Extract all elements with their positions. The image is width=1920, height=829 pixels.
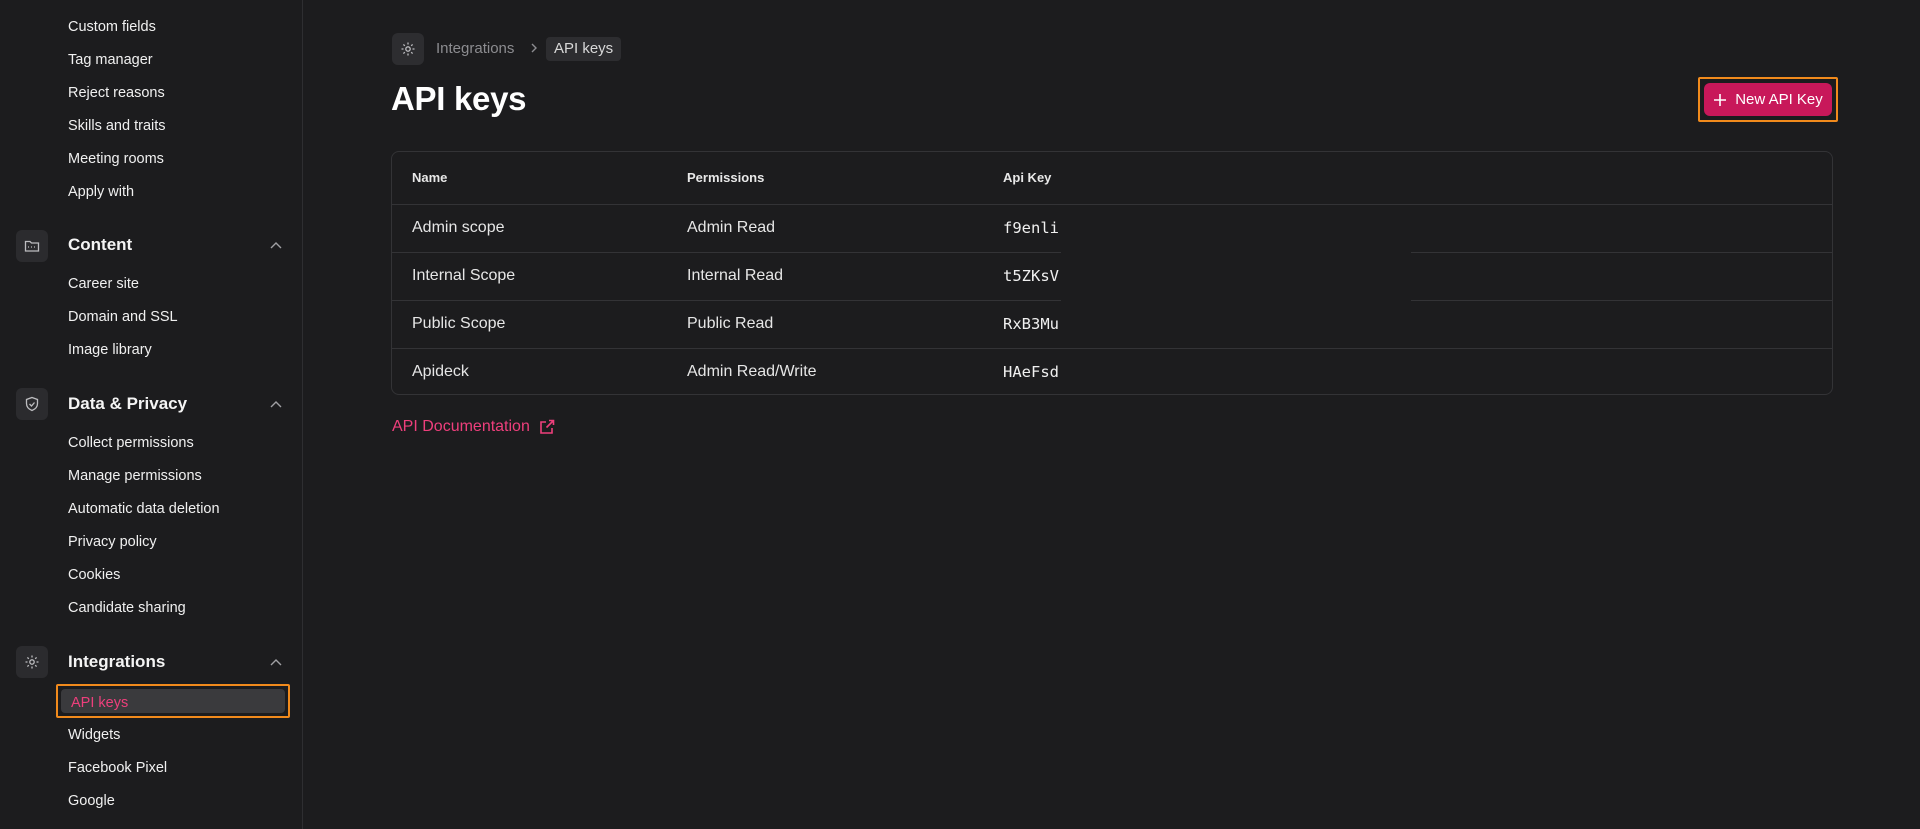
sidebar-item-privacy-policy[interactable]: Privacy policy bbox=[68, 531, 157, 553]
column-header-api-key: Api Key bbox=[1003, 170, 1052, 185]
row-name: Internal Scope bbox=[412, 267, 516, 284]
new-api-key-highlight: New API Key bbox=[1698, 77, 1838, 122]
gear-icon bbox=[16, 646, 48, 678]
sidebar-item-facebook-pixel[interactable]: Facebook Pixel bbox=[68, 757, 167, 779]
sidebar-item-reject-reasons[interactable]: Reject reasons bbox=[68, 82, 165, 104]
divider bbox=[1411, 300, 1832, 301]
sidebar-item-label: API keys bbox=[71, 695, 129, 711]
row-permissions: Internal Read bbox=[687, 267, 784, 284]
sidebar-item-domain-and-ssl[interactable]: Domain and SSL bbox=[68, 306, 178, 328]
sidebar-item-manage-permissions[interactable]: Manage permissions bbox=[68, 465, 202, 487]
row-name: Apideck bbox=[412, 363, 469, 380]
sidebar-item-skills-and-traits[interactable]: Skills and traits bbox=[68, 115, 166, 137]
row-permissions: Public Read bbox=[687, 315, 774, 332]
sidebar-item-api-keys[interactable]: API keys bbox=[56, 684, 290, 718]
row-permissions: Admin Read/Write bbox=[687, 363, 817, 380]
api-keys-table: Name Permissions Api Key Admin scope Adm… bbox=[391, 151, 1833, 395]
column-header-name: Name bbox=[412, 170, 448, 185]
sidebar-item-tag-manager[interactable]: Tag manager bbox=[68, 49, 153, 71]
sidebar-item-meeting-rooms[interactable]: Meeting rooms bbox=[68, 148, 164, 170]
section-title-integrations[interactable]: Integrations bbox=[68, 650, 165, 674]
sidebar-item-google[interactable]: Google bbox=[68, 790, 115, 812]
sidebar-item-collect-permissions[interactable]: Collect permissions bbox=[68, 432, 194, 454]
gear-icon bbox=[392, 33, 424, 65]
api-documentation-label: API Documentation bbox=[392, 418, 530, 435]
sidebar-item-custom-fields[interactable]: Custom fields bbox=[68, 16, 156, 38]
divider bbox=[392, 300, 1061, 301]
chevron-right-icon bbox=[531, 43, 537, 53]
row-api-key: RxB3Mu bbox=[1003, 315, 1059, 333]
breadcrumb-current: API keys bbox=[546, 37, 622, 61]
page-title: API keys bbox=[391, 80, 527, 117]
breadcrumb-integrations[interactable]: Integrations bbox=[436, 38, 514, 60]
chevron-up-icon[interactable] bbox=[268, 397, 284, 413]
section-title-data-privacy[interactable]: Data & Privacy bbox=[68, 392, 187, 416]
column-header-permissions: Permissions bbox=[687, 170, 765, 185]
sidebar-item-cookies[interactable]: Cookies bbox=[68, 564, 120, 586]
sidebar-item-apply-with[interactable]: Apply with bbox=[68, 181, 134, 203]
folder-icon bbox=[16, 230, 48, 262]
divider bbox=[392, 204, 1832, 205]
sidebar-item-candidate-sharing[interactable]: Candidate sharing bbox=[68, 597, 186, 619]
sidebar-item-image-library[interactable]: Image library bbox=[68, 339, 152, 361]
divider bbox=[1411, 252, 1832, 253]
row-permissions: Admin Read bbox=[687, 219, 776, 236]
sidebar: Custom fields Tag manager Reject reasons… bbox=[0, 0, 303, 829]
row-api-key: HAeFsd bbox=[1003, 363, 1059, 381]
active-highlight: API keys bbox=[61, 689, 285, 713]
chevron-up-icon[interactable] bbox=[268, 238, 284, 254]
sidebar-item-automatic-data-deletion[interactable]: Automatic data deletion bbox=[68, 498, 220, 520]
sidebar-item-career-site[interactable]: Career site bbox=[68, 273, 139, 295]
row-name: Public Scope bbox=[412, 315, 506, 332]
shield-check-icon bbox=[16, 388, 48, 420]
row-name: Admin scope bbox=[412, 219, 505, 236]
new-api-key-button[interactable]: New API Key bbox=[1704, 83, 1832, 116]
external-link-icon bbox=[540, 419, 555, 434]
divider bbox=[392, 348, 1832, 349]
api-documentation-link[interactable]: API Documentation bbox=[392, 416, 556, 438]
divider bbox=[392, 252, 1061, 253]
row-api-key: t5ZKsV bbox=[1003, 267, 1059, 285]
chevron-up-icon[interactable] bbox=[268, 655, 284, 671]
row-api-key: f9enli bbox=[1003, 219, 1059, 237]
plus-icon bbox=[1714, 93, 1727, 106]
sidebar-item-widgets[interactable]: Widgets bbox=[68, 724, 120, 746]
new-api-key-label: New API Key bbox=[1735, 91, 1823, 108]
section-title-content[interactable]: Content bbox=[68, 233, 132, 257]
